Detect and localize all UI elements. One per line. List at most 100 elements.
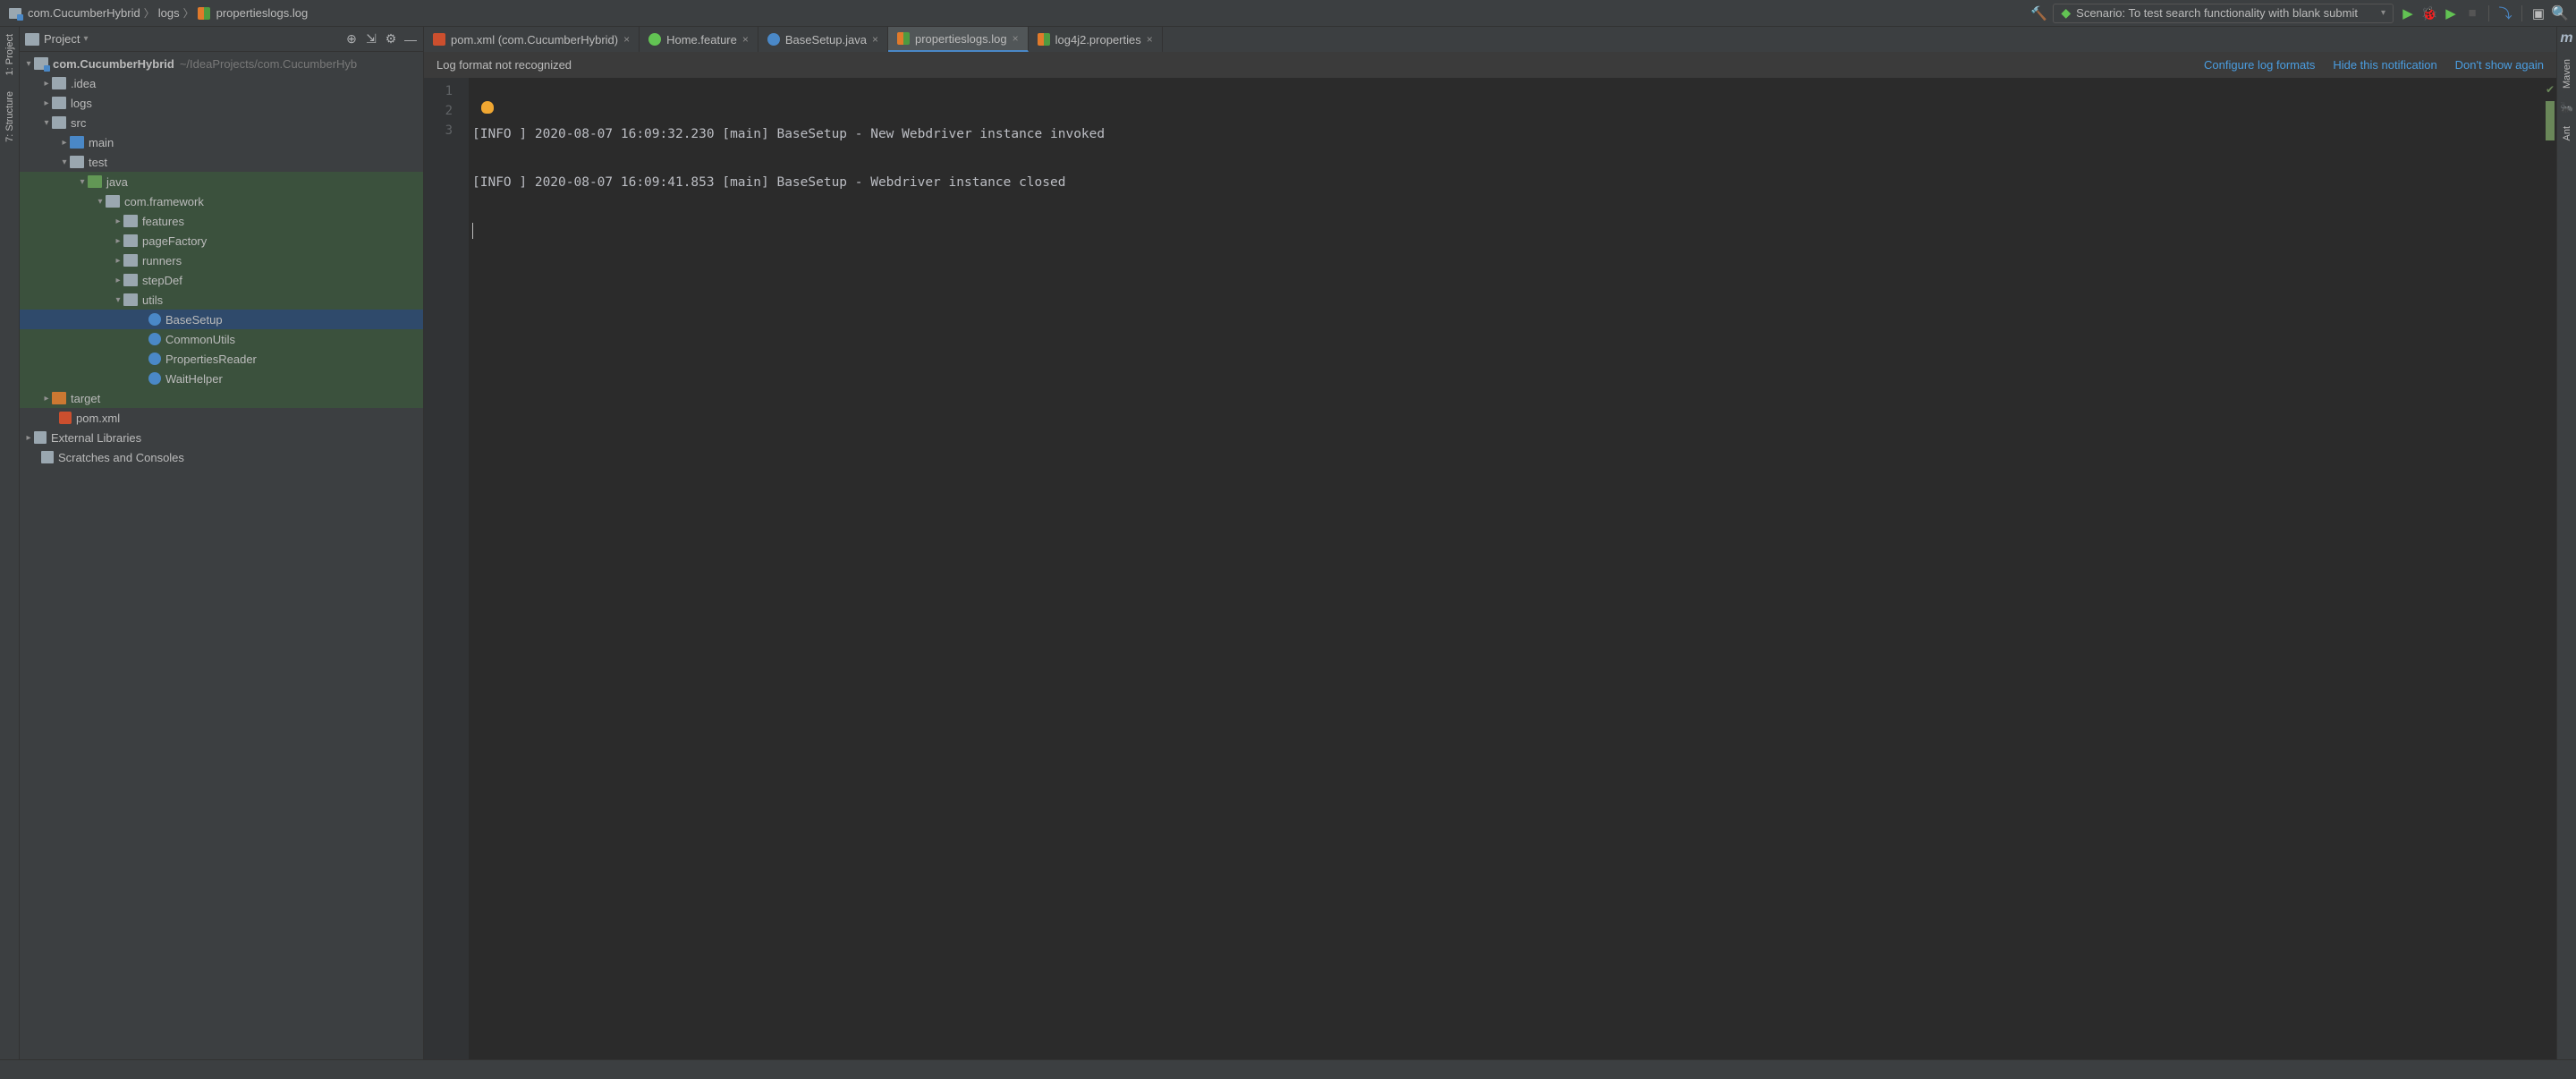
tree-node-waithelper[interactable]: WaitHelper: [20, 369, 423, 388]
tree-node-extlib[interactable]: External Libraries: [20, 428, 423, 447]
tab-basesetup[interactable]: BaseSetup.java ×: [758, 27, 888, 52]
tree-node-idea[interactable]: .idea: [20, 73, 423, 93]
test-folder-icon: [88, 175, 102, 188]
stop-button: ■: [2465, 6, 2479, 21]
tree-node-scratches[interactable]: Scratches and Consoles: [20, 447, 423, 467]
tree-node-root[interactable]: com.CucumberHybrid ~/IdeaProjects/com.Cu…: [20, 54, 423, 73]
close-icon[interactable]: ×: [1013, 32, 1019, 45]
tab-propertieslogs[interactable]: propertieslogs.log ×: [888, 27, 1029, 52]
expand-arrow[interactable]: [41, 118, 52, 128]
expand-arrow[interactable]: [77, 177, 88, 187]
class-icon: [148, 333, 161, 345]
project-tool-tab[interactable]: 1: Project: [3, 30, 17, 79]
tree-node-propreader[interactable]: PropertiesReader: [20, 349, 423, 369]
folder-icon: [25, 33, 39, 46]
expand-arrow[interactable]: [23, 433, 34, 443]
tree-node-test[interactable]: test: [20, 152, 423, 172]
line-number: 2: [424, 101, 469, 121]
close-icon[interactable]: ×: [742, 33, 749, 46]
expand-arrow[interactable]: [23, 59, 34, 69]
code-line: [INFO ] 2020-08-07 16:09:32.230 [main] B…: [469, 124, 2544, 144]
tree-view-title[interactable]: Project: [44, 32, 80, 46]
inspection-ok-icon[interactable]: ✔: [2546, 83, 2555, 96]
toolbar-actions: 🔨 ◆ Scenario: To test search functionali…: [2031, 4, 2567, 23]
configure-log-formats-link[interactable]: Configure log formats: [2204, 58, 2315, 72]
locate-icon[interactable]: ⊕: [344, 32, 359, 47]
maven-tool-label[interactable]: Maven: [2560, 55, 2574, 92]
chevron-down-icon[interactable]: ▾: [83, 34, 88, 44]
tree-node-src[interactable]: src: [20, 113, 423, 132]
hide-icon[interactable]: —: [403, 32, 418, 47]
expand-icon[interactable]: ⇲: [364, 32, 378, 47]
tab-home[interactable]: Home.feature ×: [640, 27, 758, 52]
breadcrumb-root[interactable]: com.CucumberHybrid: [28, 6, 140, 20]
expand-arrow[interactable]: [113, 295, 123, 305]
tree-node-features[interactable]: features: [20, 211, 423, 231]
git-update-button[interactable]: ⤵: [2498, 6, 2512, 21]
expand-arrow[interactable]: [113, 217, 123, 226]
run-button[interactable]: ▶: [2401, 6, 2415, 21]
folder-icon: [70, 136, 84, 149]
tab-log4j[interactable]: log4j2.properties ×: [1029, 27, 1163, 52]
tree-node-runners[interactable]: runners: [20, 251, 423, 270]
structure-tool-tab[interactable]: 7: Structure: [3, 88, 17, 146]
cucumber-icon: ◆: [2061, 5, 2071, 21]
intention-bulb-icon[interactable]: [481, 101, 494, 114]
tree-node-main[interactable]: main: [20, 132, 423, 152]
expand-arrow[interactable]: [41, 394, 52, 404]
expand-arrow[interactable]: [59, 138, 70, 148]
close-icon[interactable]: ×: [623, 33, 630, 46]
expand-arrow[interactable]: [95, 197, 106, 207]
tree-node-pagefactory[interactable]: pageFactory: [20, 231, 423, 251]
hide-notification-link[interactable]: Hide this notification: [2333, 58, 2436, 72]
navigation-bar: com.CucumberHybrid 〉 logs 〉 propertieslo…: [0, 0, 2576, 27]
editor[interactable]: 1 2 3 [INFO ] 2020-08-07 16:09:32.230 [m…: [424, 78, 2556, 1059]
expand-arrow[interactable]: [113, 256, 123, 266]
tree-node-pomxml[interactable]: pom.xml: [20, 408, 423, 428]
expand-arrow[interactable]: [41, 79, 52, 89]
settings-icon[interactable]: ⚙: [384, 32, 398, 47]
close-icon[interactable]: ×: [1147, 33, 1153, 46]
tab-pom[interactable]: pom.xml (com.CucumberHybrid) ×: [424, 27, 640, 52]
debug-button[interactable]: 🐞: [2422, 6, 2436, 21]
search-everywhere-button[interactable]: 🔍: [2553, 6, 2567, 21]
line-number: 3: [424, 121, 469, 140]
tree-node-logs[interactable]: logs: [20, 93, 423, 113]
close-icon[interactable]: ×: [872, 33, 878, 46]
run-configuration-selector[interactable]: ◆ Scenario: To test search functionality…: [2053, 4, 2394, 23]
tree-node-utils[interactable]: utils: [20, 290, 423, 310]
coverage-button[interactable]: ▶: [2444, 6, 2458, 21]
expand-arrow[interactable]: [113, 276, 123, 285]
chevron-right-icon: 〉: [183, 5, 194, 21]
tree-node-commonutils[interactable]: CommonUtils: [20, 329, 423, 349]
breadcrumb-logs[interactable]: logs: [158, 6, 180, 20]
expand-arrow[interactable]: [59, 157, 70, 167]
gutter: 1 2 3: [424, 78, 469, 1059]
build-icon[interactable]: 🔨: [2031, 6, 2046, 21]
maven-icon: [59, 412, 72, 424]
breadcrumb-file[interactable]: propertieslogs.log: [216, 6, 309, 20]
package-icon: [123, 293, 138, 306]
maven-tool-tab[interactable]: m: [2560, 30, 2572, 47]
marker[interactable]: [2546, 101, 2555, 121]
cucumber-icon: [648, 33, 661, 46]
tree-node-stepdef[interactable]: stepDef: [20, 270, 423, 290]
breadcrumb[interactable]: com.CucumberHybrid 〉 logs 〉 propertieslo…: [9, 5, 308, 21]
tree-node-target[interactable]: target: [20, 388, 423, 408]
tree-node-framework[interactable]: com.framework: [20, 191, 423, 211]
code-area[interactable]: [INFO ] 2020-08-07 16:09:32.230 [main] B…: [469, 78, 2544, 1059]
expand-arrow[interactable]: [113, 236, 123, 246]
expand-arrow[interactable]: [41, 98, 52, 108]
ide-tools-button[interactable]: ▣: [2531, 6, 2546, 21]
project-tree[interactable]: com.CucumberHybrid ~/IdeaProjects/com.Cu…: [20, 52, 423, 1059]
marker[interactable]: [2546, 121, 2555, 140]
tree-node-basesetup[interactable]: BaseSetup: [20, 310, 423, 329]
ant-tool-label[interactable]: Ant: [2560, 123, 2574, 145]
line-number: 1: [424, 81, 469, 101]
tree-node-java[interactable]: java: [20, 172, 423, 191]
chevron-right-icon: 〉: [144, 5, 155, 21]
dont-show-again-link[interactable]: Don't show again: [2455, 58, 2544, 72]
marker-strip[interactable]: ✔: [2544, 78, 2556, 1059]
ant-tool-tab[interactable]: 🐜: [2560, 101, 2573, 114]
module-icon: [9, 8, 21, 19]
